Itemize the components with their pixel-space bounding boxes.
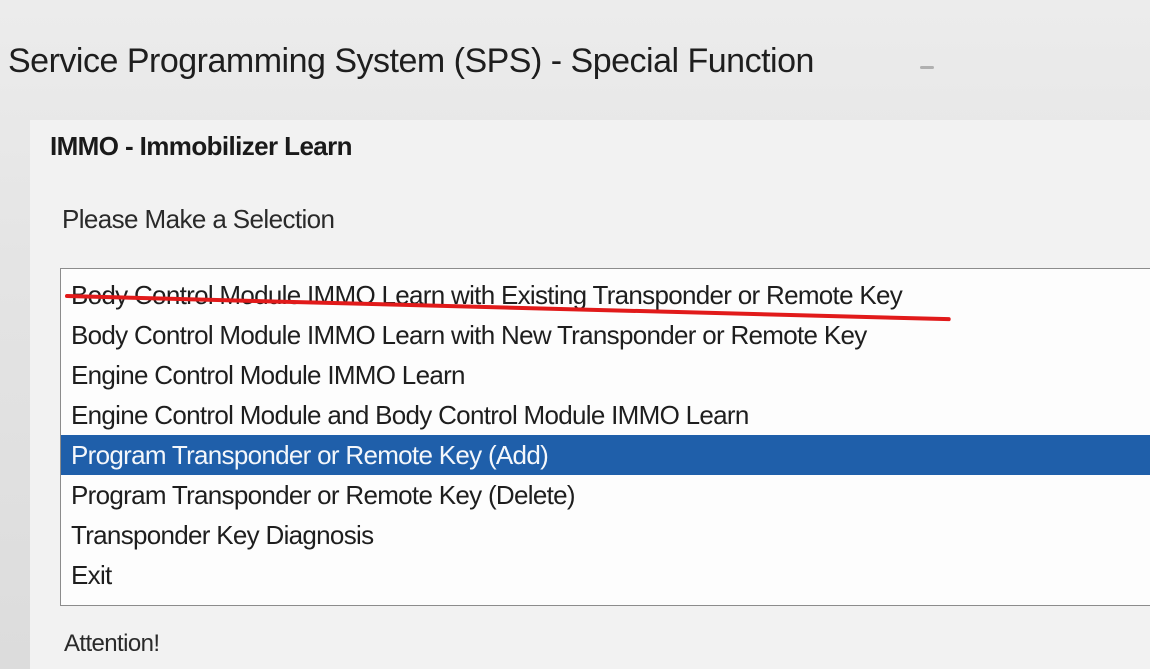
list-item-label: Program Transponder or Remote Key (Add) [71, 440, 549, 470]
list-item-label: Exit [71, 560, 112, 590]
list-item-program-key-delete[interactable]: Program Transponder or Remote Key (Delet… [61, 475, 1150, 515]
list-item-label: Transponder Key Diagnosis [71, 520, 374, 550]
screen-glare-mark [920, 66, 934, 69]
list-item-ecm-learn[interactable]: Engine Control Module IMMO Learn [61, 355, 1150, 395]
list-item-label: Program Transponder or Remote Key (Delet… [71, 480, 576, 510]
attention-label: Attention! [64, 630, 160, 657]
window-title: Service Programming System (SPS) - Speci… [8, 42, 814, 80]
list-item-key-diagnosis[interactable]: Transponder Key Diagnosis [61, 515, 1150, 555]
list-item-label: Body Control Module IMMO Learn with New … [71, 320, 867, 350]
list-item-exit[interactable]: Exit [61, 555, 1150, 595]
selection-list[interactable]: Body Control Module IMMO Learn with Exis… [60, 268, 1150, 606]
list-item-label: Engine Control Module IMMO Learn [71, 360, 466, 390]
list-item-ecm-bcm-learn[interactable]: Engine Control Module and Body Control M… [61, 395, 1150, 435]
list-item-bcm-learn-new[interactable]: Body Control Module IMMO Learn with New … [61, 315, 1150, 355]
selection-prompt: Please Make a Selection [62, 204, 335, 234]
panel-title: IMMO - Immobilizer Learn [50, 131, 353, 161]
list-item-label: Engine Control Module and Body Control M… [71, 400, 749, 430]
list-item-bcm-learn-existing[interactable]: Body Control Module IMMO Learn with Exis… [61, 275, 1150, 322]
list-item-program-key-add[interactable]: Program Transponder or Remote Key (Add) [61, 435, 1150, 475]
